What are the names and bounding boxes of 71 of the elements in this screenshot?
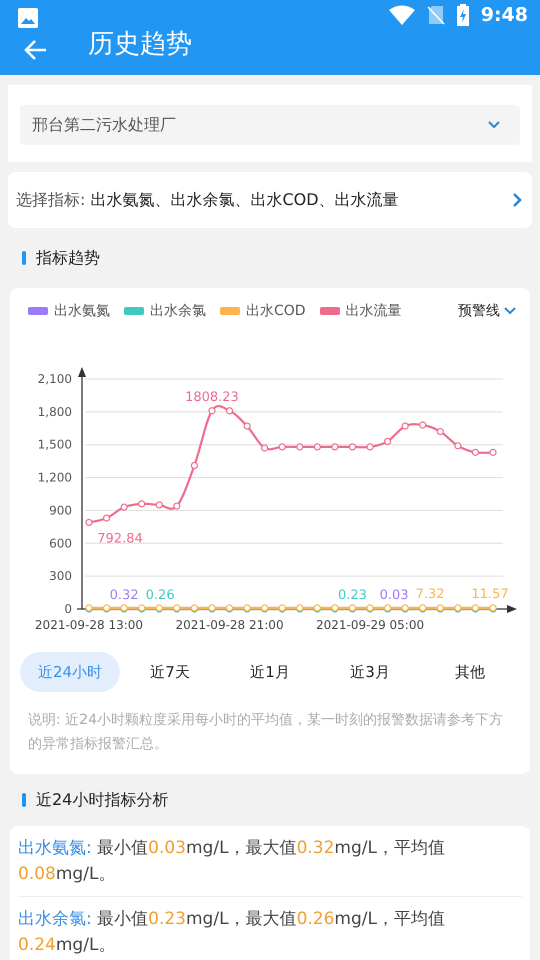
section-title: 指标趋势: [36, 248, 100, 268]
point: [208, 407, 216, 414]
axis-label: 1,200: [38, 470, 72, 485]
legend-item[interactable]: 出水余氯: [124, 302, 206, 320]
axis-label: 600: [49, 536, 72, 550]
value-label: 0.26: [146, 588, 175, 603]
point: [472, 448, 480, 456]
value-label: 7.32: [416, 586, 445, 602]
value-label: 0.23: [338, 588, 367, 603]
axis-label: 2021-09-28 13:00: [34, 618, 144, 632]
range-tab[interactable]: 其他: [420, 652, 520, 692]
chevron-down-icon: [488, 121, 500, 129]
point: [226, 407, 234, 414]
point: [278, 443, 286, 451]
axis-label: 0: [64, 602, 72, 616]
chart-note: 说明: 近24小时颗粒度采用每小时的平均值，某一时刻的报警数据请参考下方的异常指标报警汇总。: [28, 711, 504, 754]
indicator-summary: 出水氨氮: 最小值0.03mg/L，最大值0.32mg/L，平均值 0.08mg/L。: [18, 826, 522, 897]
plant-dropdown[interactable]: 邢台第二污水处理厂: [20, 105, 520, 145]
battery-charging-icon: [456, 4, 469, 26]
page-title: 历史趋势: [88, 28, 192, 61]
point: [436, 428, 444, 436]
section-marker: [22, 793, 26, 807]
point: [331, 443, 339, 451]
value-label: 0.03: [380, 588, 409, 603]
value-label: 1808.23: [185, 390, 239, 405]
range-tab[interactable]: 近1月: [220, 652, 320, 692]
point: [102, 514, 110, 522]
axis-label: 300: [49, 569, 72, 584]
value-label: 0.32: [110, 588, 139, 603]
point: [156, 501, 163, 509]
wifi-icon: [388, 5, 415, 25]
point: [261, 444, 268, 452]
point: [402, 422, 409, 430]
legend-item[interactable]: 出水流量: [320, 302, 402, 320]
point: [190, 462, 198, 470]
point: [85, 518, 93, 526]
point: [454, 442, 462, 450]
legend-item[interactable]: 出水氨氮: [28, 302, 110, 320]
status-time: 9:48: [480, 4, 528, 26]
axis-label: 2,100: [38, 372, 72, 386]
point: [366, 443, 374, 451]
image-icon: [18, 8, 38, 28]
chevron-right-icon: [512, 192, 522, 208]
point: [419, 421, 426, 429]
axis-label: 1,800: [38, 404, 72, 419]
point: [384, 438, 392, 446]
axis-label: 900: [49, 503, 72, 518]
warning-line-toggle[interactable]: 预警线: [458, 302, 500, 320]
section-title: 近24小时指标分析: [36, 790, 168, 810]
range-tab[interactable]: 近7天: [120, 652, 220, 692]
point: [243, 422, 251, 430]
point: [348, 443, 356, 451]
point: [138, 500, 146, 508]
section-marker: [22, 251, 26, 265]
back-arrow-icon[interactable]: [24, 39, 48, 61]
point: [314, 443, 321, 451]
range-tab[interactable]: 近3月: [320, 652, 420, 692]
indicator-selector[interactable]: 选择指标: 出水氨氮、出水余氯、出水COD、出水流量: [8, 172, 532, 228]
axis-label: 2021-09-28 21:00: [175, 618, 284, 632]
point: [296, 443, 304, 451]
value-label: 11.57: [471, 586, 509, 602]
legend-item[interactable]: 出水COD: [220, 302, 306, 320]
axis-label: 1,500: [38, 438, 72, 452]
value-label: 792.84: [97, 531, 143, 546]
indicator-summary: 出水余氯: 最小值0.23mg/L，最大值0.26mg/L，平均值 0.24mg/L。: [18, 908, 446, 957]
chevron-down-icon[interactable]: [504, 307, 516, 315]
axis-label: 2021-09-29 05:00: [316, 618, 424, 632]
no-sim-icon: [426, 5, 445, 25]
point: [489, 448, 497, 456]
point: [173, 502, 180, 510]
point: [120, 504, 128, 511]
